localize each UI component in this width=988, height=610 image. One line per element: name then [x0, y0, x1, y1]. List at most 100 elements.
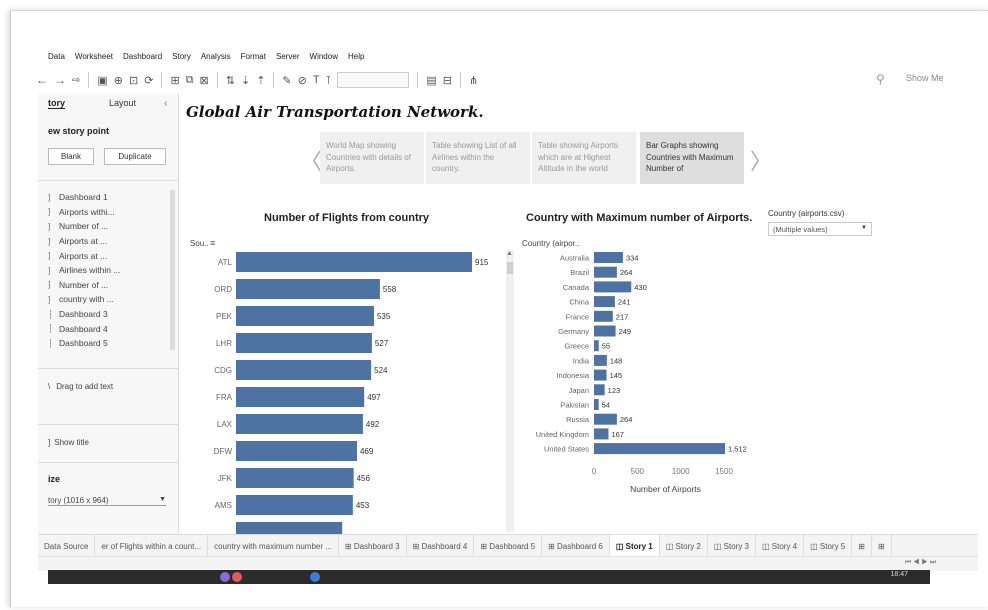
show-me-button[interactable]: Show Me: [906, 73, 944, 83]
refresh-icon[interactable]: ⟳: [144, 74, 153, 87]
bar: [236, 414, 363, 434]
toolbar-separator: [273, 72, 275, 88]
size-select[interactable]: ▼ tory (1016 x 964): [48, 496, 166, 506]
menu-item-window[interactable]: Window: [310, 52, 338, 66]
clear-icon[interactable]: ⊠: [200, 74, 209, 87]
data-label: 524: [374, 366, 388, 375]
app-icon[interactable]: [310, 572, 320, 582]
tab-layout[interactable]: Layout: [109, 98, 136, 109]
story-point-label: Airports withi...: [59, 206, 115, 217]
story-point-item[interactable]: ] Airports at ...: [48, 234, 168, 249]
story-navigator-point[interactable]: Table showing List of all Airlines withi…: [426, 132, 530, 184]
sheet-tab[interactable]: ⊞ Dashboard 4: [407, 535, 475, 557]
sheet-tab[interactable]: ⊞ Dashboard 3: [339, 535, 407, 557]
swap-icon[interactable]: ⇅: [226, 74, 235, 87]
story-point-item[interactable]: ] Airports at ...: [48, 248, 168, 263]
menu-item-data[interactable]: Data: [48, 52, 65, 66]
sheet-tab[interactable]: country with maximum number ...: [208, 535, 339, 557]
menu-item-analysis[interactable]: Analysis: [201, 52, 231, 66]
app-icon[interactable]: [220, 572, 230, 582]
bar: [594, 310, 613, 322]
tab-story[interactable]: tory: [48, 98, 66, 109]
bar: [236, 306, 374, 326]
story-point-item[interactable]: ┆ Dashboard 3: [48, 307, 168, 322]
redo-icon[interactable]: ⇨: [72, 75, 80, 86]
menu-item-story[interactable]: Story: [172, 52, 191, 66]
story-navigator-point[interactable]: World Map showing Countries with details…: [320, 132, 424, 184]
sheet-navigation[interactable]: ⏮◀▶⏭: [905, 559, 938, 567]
labels-icon[interactable]: T: [313, 74, 320, 86]
duplicate-icon[interactable]: ⧉: [186, 74, 194, 87]
panel-scrollbar[interactable]: [170, 190, 175, 350]
forward-icon[interactable]: →: [54, 73, 66, 87]
story-point-item[interactable]: ] Number of ...: [48, 278, 168, 293]
story-point-item[interactable]: ] country with ...: [48, 292, 168, 307]
category-label: ORD: [214, 285, 232, 294]
drag-to-add-text[interactable]: \ Drag to add text: [48, 382, 113, 391]
category-label: United Kingdom: [536, 430, 589, 439]
new-dashboard-tab-icon[interactable]: ⊞: [872, 535, 892, 557]
filter-value: (Multiple values): [773, 225, 828, 234]
story-point-item[interactable]: ] Airports withi...: [48, 205, 168, 220]
toolbar-separator: [161, 72, 163, 88]
country-filter-select[interactable]: (Multiple values) ▼: [768, 222, 872, 236]
sheet-tab[interactable]: ◫ Story 2: [660, 535, 708, 557]
bar: [594, 443, 726, 455]
menu-item-help[interactable]: Help: [348, 52, 364, 66]
data-label: 334: [626, 254, 639, 263]
story-point-item[interactable]: ] Airlines within ...: [48, 263, 168, 278]
data-label: 535: [377, 312, 391, 321]
duplicate-button[interactable]: Duplicate: [104, 148, 166, 165]
scroll-thumb[interactable]: [507, 262, 513, 274]
back-icon[interactable]: ←: [36, 73, 48, 87]
sort-asc-icon[interactable]: ⇣: [241, 74, 250, 87]
blank-button[interactable]: Blank: [48, 148, 94, 165]
data-label: 264: [620, 268, 633, 277]
chart-scrollbar[interactable]: ▲: [506, 250, 514, 532]
story-navigator-point[interactable]: Table showing Airports which are at High…: [532, 132, 636, 184]
menu-item-format[interactable]: Format: [241, 52, 266, 66]
bar: [594, 340, 599, 352]
story-navigator-point[interactable]: Bar Graphs showing Countries with Maximu…: [640, 132, 744, 184]
app-icon[interactable]: [232, 572, 242, 582]
new-worksheet-tab-icon[interactable]: ⊞: [852, 535, 872, 557]
sheet-tab[interactable]: Data Source: [38, 535, 96, 557]
save-icon[interactable]: ▣: [97, 74, 107, 87]
story-point-icon: ┆: [48, 309, 53, 319]
share-icon[interactable]: ⋔: [469, 74, 478, 87]
menu-item-worksheet[interactable]: Worksheet: [75, 52, 113, 66]
scroll-up-icon[interactable]: ▲: [506, 250, 513, 257]
story-point-item[interactable]: ┆ Dashboard 5: [48, 336, 168, 351]
story-point-item[interactable]: ] Dashboard 1: [48, 190, 168, 205]
menu-item-dashboard[interactable]: Dashboard: [123, 52, 162, 66]
group-icon[interactable]: ⊘: [298, 74, 307, 87]
fit-dropdown[interactable]: [337, 72, 410, 88]
highlight-icon[interactable]: ✎: [282, 74, 291, 87]
sheet-tab[interactable]: ◫ Story 1: [609, 535, 660, 557]
new-worksheet-icon[interactable]: ⊞: [170, 74, 179, 87]
data-label: 453: [356, 501, 370, 510]
sheet-tab[interactable]: ◫ Story 4: [756, 535, 805, 557]
sheet-tab[interactable]: ⊞ Dashboard 5: [474, 535, 543, 557]
sheet-tab[interactable]: ◫ Story 3: [708, 535, 756, 557]
toolbar: ← → ⇨ ▣ ⊕ ⊡ ⟳ ⊞ ⧉ ⊠ ⇅ ⇣ ⇡ ✎ ⊘ T ⊺ ▤ ⊟ ⋔: [36, 68, 976, 92]
menu-item-server[interactable]: Server: [276, 52, 300, 66]
sort-desc-icon[interactable]: ⇡: [256, 74, 265, 87]
sheet-tab[interactable]: er of Flights within a count...: [95, 535, 209, 557]
show-cards-icon[interactable]: ▤: [426, 74, 436, 87]
story-point-icon: ]: [48, 207, 51, 217]
previous-story-point-icon[interactable]: 〈: [300, 144, 322, 176]
new-sheet-icon[interactable]: ⊡: [129, 74, 138, 87]
sheet-tab[interactable]: ◫ Story 5: [804, 535, 853, 557]
show-title-checkbox[interactable]: ] Show title: [48, 438, 89, 447]
story-point-item[interactable]: ┆ Dashboard 4: [48, 321, 168, 336]
pin-icon[interactable]: ⚲: [876, 72, 885, 86]
new-datasource-icon[interactable]: ⊕: [114, 74, 123, 87]
presentation-icon[interactable]: ⊟: [443, 74, 452, 87]
pin-axis-icon[interactable]: ⊺: [326, 74, 332, 87]
next-story-point-icon[interactable]: 〉: [750, 144, 772, 176]
collapse-icon[interactable]: ‹: [164, 98, 167, 109]
story-point-item[interactable]: ] Number of ...: [48, 219, 168, 234]
story-point-label: Airlines within ...: [59, 265, 121, 276]
sheet-tab[interactable]: ⊞ Dashboard 6: [542, 535, 610, 557]
